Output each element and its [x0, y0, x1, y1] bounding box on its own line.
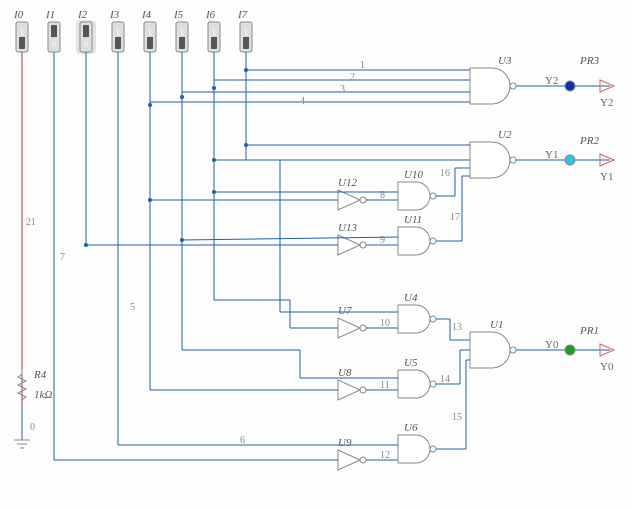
- svg-text:U10: U10: [404, 169, 423, 181]
- svg-text:21: 21: [26, 217, 36, 228]
- svg-text:U12: U12: [338, 177, 357, 189]
- svg-text:12: 12: [380, 450, 390, 461]
- inputs-row: I0 1 I1 0 I2 0 I3 1: [13, 9, 252, 54]
- svg-text:3: 3: [340, 84, 345, 95]
- gate-U4: U4 13: [246, 160, 470, 340]
- schematic: I0 1 I1 0 I2 0 I3 1: [0, 0, 632, 509]
- svg-text:14: 14: [440, 374, 450, 385]
- switch-label: I4: [141, 9, 152, 21]
- svg-text:7: 7: [60, 252, 65, 263]
- svg-text:2: 2: [350, 72, 355, 83]
- svg-text:U11: U11: [404, 214, 422, 226]
- switch-state: 1: [116, 28, 120, 37]
- switch-I6[interactable]: I6 1: [205, 9, 220, 52]
- svg-text:6: 6: [240, 435, 245, 446]
- probe-PR2: PR2 Y1: [565, 135, 614, 183]
- switch-state: 1: [180, 28, 184, 37]
- switch-I1[interactable]: I1 0: [45, 9, 60, 52]
- switch-state: 1: [244, 28, 248, 37]
- gate-U13: U13 9: [86, 222, 398, 255]
- svg-text:U13: U13: [338, 222, 357, 234]
- svg-text:10: 10: [380, 318, 390, 329]
- switch-label: I1: [45, 9, 55, 21]
- svg-text:13: 13: [452, 322, 462, 333]
- switch-label: I6: [205, 9, 216, 21]
- svg-text:Y1: Y1: [545, 149, 558, 161]
- probe-PR1: PR1 Y0: [565, 325, 614, 373]
- switch-state: 1: [20, 28, 24, 37]
- svg-text:5: 5: [130, 302, 135, 313]
- gate-U8: U8 11: [150, 367, 398, 400]
- switch-state: 1: [148, 28, 152, 37]
- gate-U12: U12 8: [150, 177, 398, 210]
- svg-text:16: 16: [440, 168, 450, 179]
- svg-text:U8: U8: [338, 367, 352, 379]
- svg-text:PR2: PR2: [579, 135, 599, 147]
- svg-text:U9: U9: [338, 437, 352, 449]
- svg-text:U4: U4: [404, 292, 418, 304]
- gate-U7: U7 10: [214, 300, 398, 338]
- svg-text:U1: U1: [490, 319, 503, 331]
- gate-U3: U3 1 2 3 4 Y2: [150, 55, 610, 107]
- svg-text:Y2: Y2: [600, 97, 613, 109]
- svg-text:15: 15: [452, 412, 462, 423]
- svg-text:PR1: PR1: [579, 325, 599, 337]
- switch-I4[interactable]: I4 1: [141, 9, 156, 52]
- resistor-R4: R4 1kΩ: [14, 369, 52, 448]
- svg-text:17: 17: [450, 212, 460, 223]
- svg-text:U6: U6: [404, 422, 418, 434]
- gate-label: U3: [498, 55, 512, 67]
- switch-label: I3: [109, 9, 120, 21]
- svg-text:1kΩ: 1kΩ: [34, 389, 52, 401]
- switch-label: I5: [173, 9, 184, 21]
- svg-text:0: 0: [30, 422, 35, 433]
- gate-U9: U9 12: [54, 437, 398, 470]
- switch-label: I7: [237, 9, 248, 21]
- svg-text:Y0: Y0: [545, 339, 559, 351]
- svg-text:11: 11: [380, 380, 390, 391]
- svg-text:PR3: PR3: [579, 55, 599, 67]
- svg-text:Y0: Y0: [600, 361, 614, 373]
- svg-text:Y1: Y1: [600, 171, 613, 183]
- svg-text:4: 4: [300, 96, 305, 107]
- switch-I2[interactable]: I2 0: [76, 9, 96, 54]
- switch-state: 0: [84, 40, 88, 49]
- gate-U5: U5 14: [182, 350, 470, 398]
- switch-I7[interactable]: I7 1: [237, 9, 252, 52]
- switch-I0[interactable]: I0 1: [13, 9, 28, 52]
- switch-state: 1: [212, 28, 216, 37]
- probe-PR3: PR3 Y2: [565, 55, 614, 109]
- switch-I5[interactable]: I5 1: [173, 9, 188, 52]
- svg-text:U2: U2: [498, 129, 512, 141]
- switch-label: I2: [77, 9, 88, 21]
- switch-label: I0: [13, 9, 24, 21]
- switch-I3[interactable]: I3 1: [109, 9, 124, 52]
- svg-text:R4: R4: [33, 369, 47, 381]
- svg-text:9: 9: [380, 235, 385, 246]
- svg-text:U7: U7: [338, 305, 352, 317]
- svg-text:1: 1: [360, 60, 365, 71]
- svg-text:U5: U5: [404, 357, 418, 369]
- switch-state: 0: [52, 40, 56, 49]
- svg-text:Y2: Y2: [545, 75, 558, 87]
